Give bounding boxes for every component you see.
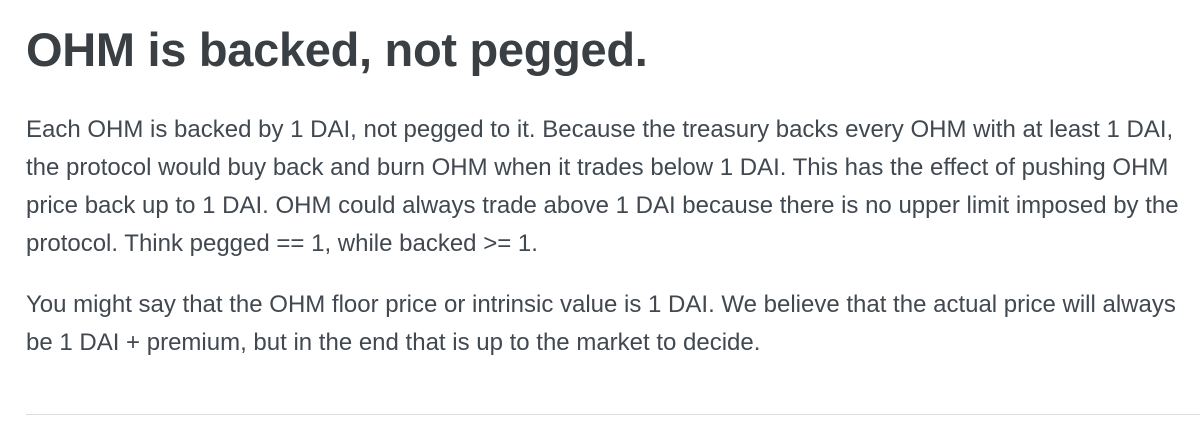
article: OHM is backed, not pegged. Each OHM is b…	[26, 0, 1186, 362]
section-divider	[26, 414, 1200, 415]
page-title: OHM is backed, not pegged.	[26, 23, 648, 76]
paragraph-floor-price: You might say that the OHM floor price o…	[26, 291, 1176, 356]
paragraph-backing-explanation: Each OHM is backed by 1 DAI, not pegged …	[26, 116, 1179, 257]
